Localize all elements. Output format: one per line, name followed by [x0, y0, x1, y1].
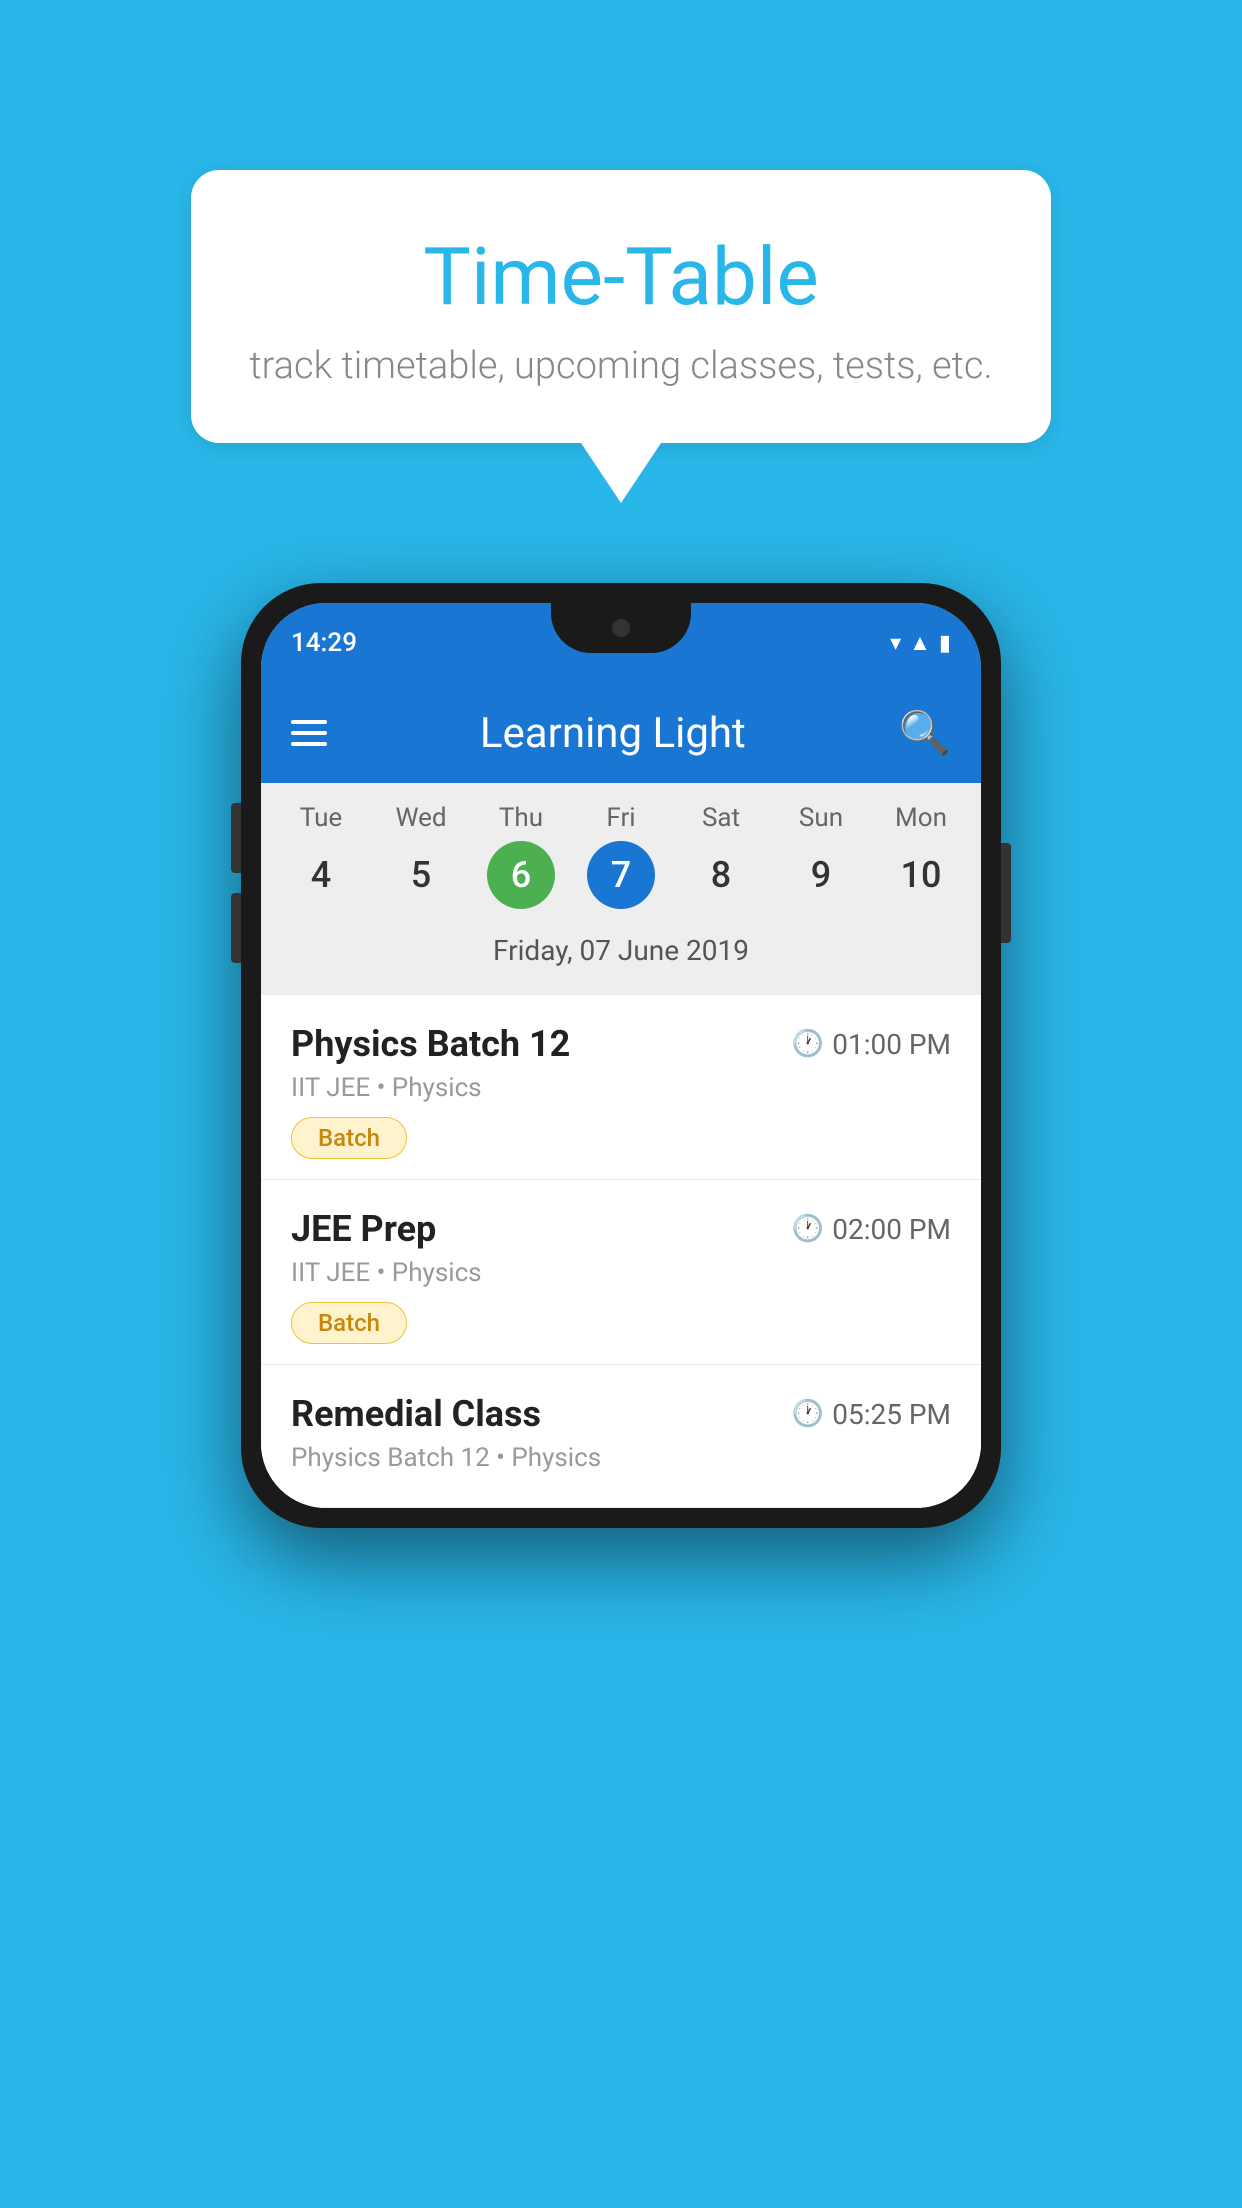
schedule-item-remedial-class[interactable]: Remedial Class 🕐 05:25 PM Physics Batch … [261, 1365, 981, 1508]
schedule-item-header-1: Physics Batch 12 🕐 01:00 PM [291, 1023, 951, 1065]
schedule-item-physics-batch-12[interactable]: Physics Batch 12 🕐 01:00 PM IIT JEE • Ph… [261, 995, 981, 1180]
speech-bubble-tail [581, 443, 661, 503]
day-cell-mon[interactable]: Mon 10 [876, 803, 966, 909]
day-label-sat: Sat [702, 803, 740, 833]
schedule-time-3: 🕐 05:25 PM [792, 1398, 951, 1431]
schedule-time-1: 🕐 01:00 PM [792, 1028, 951, 1061]
volume-down-button[interactable] [231, 893, 241, 963]
phone-screen: 14:29 ▾ ▲ ▮ Learning Light 🔍 [261, 603, 981, 1508]
clock-icon-2: 🕐 [792, 1214, 824, 1244]
status-time: 14:29 [291, 628, 357, 658]
phone-notch [551, 603, 691, 653]
day-cell-tue[interactable]: Tue 4 [276, 803, 366, 909]
calendar-strip: Tue 4 Wed 5 Thu 6 Fri [261, 783, 981, 995]
schedule-subtitle-3: Physics Batch 12 • Physics [291, 1443, 951, 1473]
signal-icon: ▲ [909, 630, 931, 656]
feature-subtitle: track timetable, upcoming classes, tests… [241, 344, 1001, 388]
volume-up-button[interactable] [231, 803, 241, 873]
app-title: Learning Light [480, 709, 746, 758]
day-label-tue: Tue [300, 803, 342, 833]
day-number-9[interactable]: 9 [787, 841, 855, 909]
time-text-3: 05:25 PM [832, 1398, 951, 1431]
day-label-thu: Thu [499, 803, 543, 833]
app-bar: Learning Light 🔍 [261, 683, 981, 783]
hamburger-menu-icon[interactable] [291, 720, 327, 746]
schedule-time-2: 🕐 02:00 PM [792, 1213, 951, 1246]
day-number-7-selected[interactable]: 7 [587, 841, 655, 909]
batch-badge-1: Batch [291, 1117, 407, 1159]
search-icon[interactable]: 🔍 [899, 709, 951, 758]
day-number-6-today[interactable]: 6 [487, 841, 555, 909]
day-number-5[interactable]: 5 [387, 841, 455, 909]
day-number-10[interactable]: 10 [887, 841, 955, 909]
clock-icon-1: 🕐 [792, 1029, 824, 1059]
schedule-title-2: JEE Prep [291, 1208, 436, 1250]
feature-title: Time-Table [241, 230, 1001, 324]
front-camera [612, 619, 630, 637]
schedule-item-header-2: JEE Prep 🕐 02:00 PM [291, 1208, 951, 1250]
speech-bubble-container: Time-Table track timetable, upcoming cla… [191, 170, 1051, 503]
schedule-list: Physics Batch 12 🕐 01:00 PM IIT JEE • Ph… [261, 995, 981, 1508]
schedule-title-3: Remedial Class [291, 1393, 541, 1435]
power-button[interactable] [1001, 843, 1011, 943]
day-cell-sun[interactable]: Sun 9 [776, 803, 866, 909]
day-label-mon: Mon [895, 803, 947, 833]
speech-bubble: Time-Table track timetable, upcoming cla… [191, 170, 1051, 443]
schedule-subtitle-1: IIT JEE • Physics [291, 1073, 951, 1103]
day-number-8[interactable]: 8 [687, 841, 755, 909]
status-bar: 14:29 ▾ ▲ ▮ [261, 603, 981, 683]
time-text-1: 01:00 PM [832, 1028, 951, 1061]
day-cell-wed[interactable]: Wed 5 [376, 803, 466, 909]
day-label-wed: Wed [395, 803, 446, 833]
day-cell-sat[interactable]: Sat 8 [676, 803, 766, 909]
day-label-fri: Fri [606, 803, 635, 833]
phone-mockup: 14:29 ▾ ▲ ▮ Learning Light 🔍 [241, 583, 1001, 1528]
clock-icon-3: 🕐 [792, 1399, 824, 1429]
day-number-4[interactable]: 4 [287, 841, 355, 909]
day-cell-thu[interactable]: Thu 6 [476, 803, 566, 909]
schedule-item-jee-prep[interactable]: JEE Prep 🕐 02:00 PM IIT JEE • Physics Ba… [261, 1180, 981, 1365]
days-row: Tue 4 Wed 5 Thu 6 Fri [271, 803, 971, 909]
status-icons: ▾ ▲ ▮ [890, 630, 951, 656]
schedule-item-header-3: Remedial Class 🕐 05:25 PM [291, 1393, 951, 1435]
day-cell-fri[interactable]: Fri 7 [576, 803, 666, 909]
batch-badge-2: Batch [291, 1302, 407, 1344]
day-label-sun: Sun [799, 803, 843, 833]
phone-outer-shell: 14:29 ▾ ▲ ▮ Learning Light 🔍 [241, 583, 1001, 1528]
wifi-icon: ▾ [890, 631, 901, 656]
time-text-2: 02:00 PM [832, 1213, 951, 1246]
battery-icon: ▮ [939, 631, 951, 656]
schedule-title-1: Physics Batch 12 [291, 1023, 570, 1065]
selected-date-label: Friday, 07 June 2019 [271, 919, 971, 985]
schedule-subtitle-2: IIT JEE • Physics [291, 1258, 951, 1288]
